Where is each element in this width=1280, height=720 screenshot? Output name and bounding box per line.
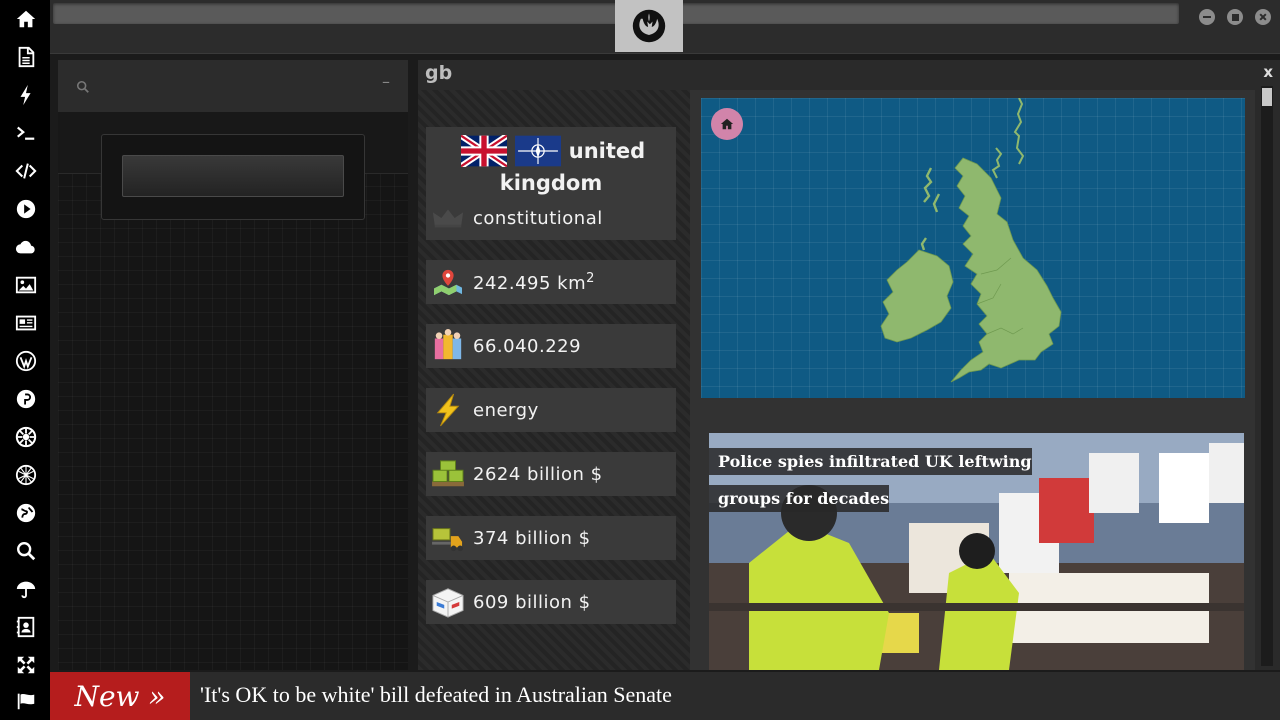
imports-value: 609 billion $ — [473, 591, 591, 613]
wordpress-icon[interactable] — [13, 348, 39, 374]
government-value: constitutional — [473, 207, 603, 229]
maximize-window-button[interactable] — [1227, 9, 1243, 25]
nato-flag-icon[interactable] — [514, 135, 561, 167]
exports-forklift-icon — [429, 519, 467, 557]
stats-column: united kingdom constitutional 242.495 km… — [418, 90, 690, 670]
country-name-line1: united — [568, 139, 646, 163]
image-icon[interactable] — [13, 272, 39, 298]
imports-box-icon — [429, 583, 467, 621]
population-icon — [429, 327, 467, 365]
cloud-icon[interactable] — [13, 234, 39, 260]
globe-mesh-icon[interactable] — [13, 462, 39, 488]
top-bar — [50, 0, 1280, 54]
contact-card-icon[interactable] — [13, 614, 39, 640]
ticker-headline[interactable]: 'It's OK to be white' bill defeated in A… — [200, 682, 672, 708]
exports-value: 374 billion $ — [473, 527, 591, 549]
stat-gdp: 2624 billion $ — [426, 452, 676, 496]
stat-government: constitutional — [426, 196, 676, 240]
search-panel-header: – — [58, 60, 408, 112]
newspaper-icon[interactable] — [13, 310, 39, 336]
stat-exports: 374 billion $ — [426, 516, 676, 560]
country-map[interactable] — [701, 98, 1245, 398]
uk-flag-icon[interactable] — [460, 135, 507, 167]
energy-bolt-icon — [429, 391, 467, 429]
population-value: 66.040.229 — [473, 335, 582, 357]
country-panel: gb x united kingdom constitutional 242.4… — [418, 60, 1280, 670]
rebel-logo-tab[interactable] — [615, 0, 683, 52]
area-value: 242.495 km — [473, 272, 587, 294]
search-icon[interactable] — [76, 80, 90, 94]
globe-icon[interactable] — [13, 500, 39, 526]
umbrella-icon[interactable] — [13, 576, 39, 602]
news-ticker: New » 'It's OK to be white' bill defeate… — [50, 672, 1280, 720]
country-code-title: gb — [425, 62, 453, 84]
map-pin-icon — [429, 263, 467, 301]
stat-imports: 609 billion $ — [426, 580, 676, 624]
search-input[interactable] — [122, 155, 344, 197]
energy-value: energy — [473, 399, 539, 421]
area-unit-exponent: 2 — [586, 270, 595, 286]
stat-energy: energy — [426, 388, 676, 432]
detail-column: Police spies infiltrated UK leftwing gro… — [690, 90, 1255, 670]
ticker-label: New » — [50, 672, 190, 720]
minimize-window-button[interactable] — [1199, 9, 1215, 25]
document-icon[interactable] — [13, 44, 39, 70]
terminal-icon[interactable] — [13, 120, 39, 146]
country-name-line2: kingdom — [499, 171, 603, 195]
scrollbar[interactable] — [1261, 86, 1273, 666]
close-window-button[interactable] — [1255, 9, 1271, 25]
panel-close-button[interactable]: x — [1263, 63, 1273, 81]
flag-icon[interactable] — [13, 688, 39, 714]
rebel-alliance-icon — [632, 9, 666, 43]
search-box — [101, 134, 365, 220]
pinterest-icon[interactable] — [13, 386, 39, 412]
country-name-card: united kingdom — [426, 127, 676, 207]
crown-icon — [429, 199, 467, 237]
code-icon[interactable] — [13, 158, 39, 184]
stat-population: 66.040.229 — [426, 324, 676, 368]
play-icon[interactable] — [13, 196, 39, 222]
uk-map-shape — [880, 98, 1062, 383]
scrollbar-thumb[interactable] — [1262, 88, 1272, 106]
search-icon[interactable] — [13, 538, 39, 564]
gdp-value: 2624 billion $ — [473, 463, 603, 485]
money-stack-icon — [429, 455, 467, 493]
news-headline[interactable]: Police spies infiltrated UK leftwing gro… — [709, 443, 1089, 517]
news-card[interactable]: Police spies infiltrated UK leftwing gro… — [709, 433, 1244, 670]
lightning-icon[interactable] — [13, 82, 39, 108]
home-icon[interactable] — [13, 6, 39, 32]
icon-sidebar — [0, 0, 50, 720]
expand-icon[interactable] — [13, 652, 39, 678]
search-panel: – — [58, 60, 408, 670]
panel-minimize-button[interactable]: – — [382, 72, 390, 91]
empire-icon[interactable] — [13, 424, 39, 450]
stat-area: 242.495 km2 — [426, 260, 676, 304]
